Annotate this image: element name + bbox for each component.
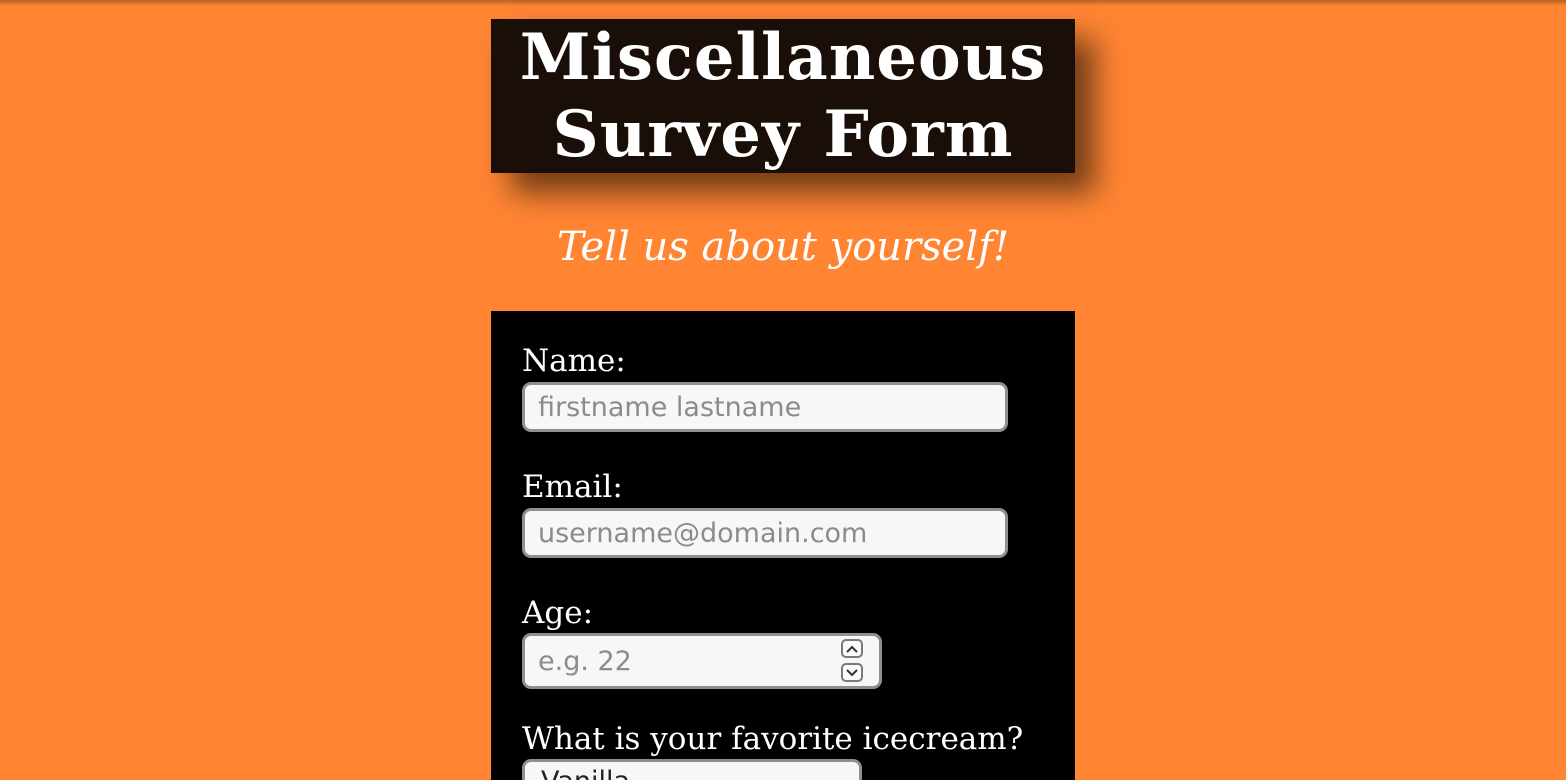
age-input[interactable] bbox=[525, 636, 835, 686]
page-title: Miscellaneous Survey Form bbox=[520, 19, 1046, 173]
email-label: Email: bbox=[522, 469, 623, 505]
page-title-line1: Miscellaneous bbox=[519, 20, 1047, 95]
page-title-line2: Survey Form bbox=[552, 97, 1014, 172]
page-subtitle: Tell us about yourself! bbox=[556, 224, 1010, 270]
title-banner: Miscellaneous Survey Form bbox=[491, 19, 1075, 173]
survey-form: Name: Email: Age: What is your favorite … bbox=[491, 311, 1075, 780]
top-edge-shadow bbox=[0, 0, 1566, 6]
age-increment-button[interactable] bbox=[841, 639, 863, 658]
email-input[interactable] bbox=[522, 508, 1008, 558]
chevron-down-icon bbox=[846, 668, 858, 676]
icecream-label: What is your favorite icecream? bbox=[522, 721, 1024, 757]
age-decrement-button[interactable] bbox=[841, 663, 863, 682]
chevron-up-icon bbox=[846, 645, 858, 653]
name-input[interactable] bbox=[522, 382, 1008, 432]
age-number-field bbox=[522, 633, 882, 689]
age-label: Age: bbox=[522, 595, 594, 631]
name-label: Name: bbox=[522, 343, 626, 379]
icecream-select[interactable]: Vanilla bbox=[522, 759, 862, 780]
